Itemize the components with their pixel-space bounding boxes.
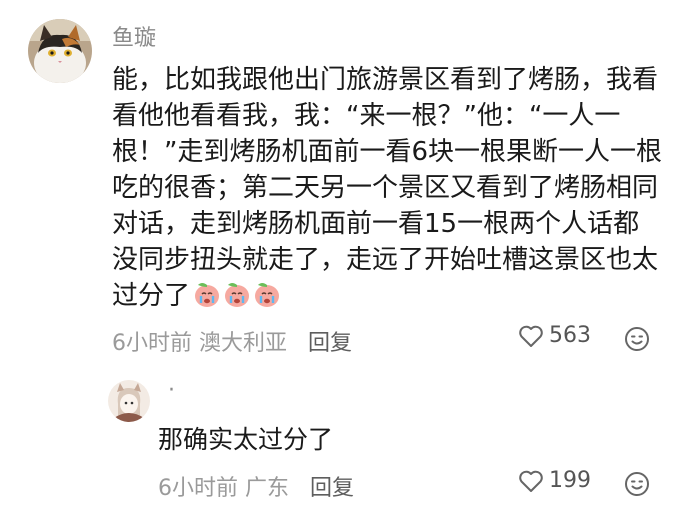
reply-author[interactable]: · — [168, 378, 175, 403]
emoji-group — [193, 281, 283, 319]
heart-icon — [519, 470, 543, 492]
comment-text-content: 能，比如我跟他出门旅游景区看到了烤肠，我看看他他看看我，我：“来一根？”他：“一… — [112, 65, 663, 311]
reply-location: 广东 — [245, 476, 290, 501]
heart-icon — [519, 325, 543, 347]
comment-meta: 6小时前 澳大利亚 回复 — [112, 325, 352, 357]
emoji-reaction-button[interactable] — [624, 471, 650, 501]
smiley-icon — [625, 327, 649, 351]
emoji-reaction-button[interactable] — [624, 326, 650, 356]
crying-peach-icon — [225, 283, 250, 307]
like-count: 199 — [549, 468, 591, 493]
comment-time: 6小时前 — [112, 331, 192, 356]
reply-button[interactable]: 回复 — [310, 476, 354, 501]
reply-button[interactable]: 回复 — [308, 331, 352, 356]
smiley-icon — [625, 472, 649, 496]
crying-peach-icon — [195, 283, 220, 307]
reply-time: 6小时前 — [158, 476, 238, 501]
avatar[interactable] — [28, 19, 92, 83]
reply-meta: 6小时前 广东 回复 — [158, 470, 354, 502]
comment-author[interactable]: 鱼璇 — [112, 20, 156, 52]
reply-text: 那确实太过分了 — [158, 425, 334, 454]
like-button[interactable]: 199 — [518, 468, 591, 493]
like-count: 563 — [549, 323, 591, 348]
comment-text: 能，比如我跟他出门旅游景区看到了烤肠，我看看他他看看我，我：“来一根？”他：“一… — [112, 62, 662, 319]
reply-avatar[interactable] — [108, 380, 150, 422]
comment-location: 澳大利亚 — [199, 331, 288, 356]
like-button[interactable]: 563 — [518, 323, 591, 348]
crying-peach-icon — [255, 283, 280, 307]
